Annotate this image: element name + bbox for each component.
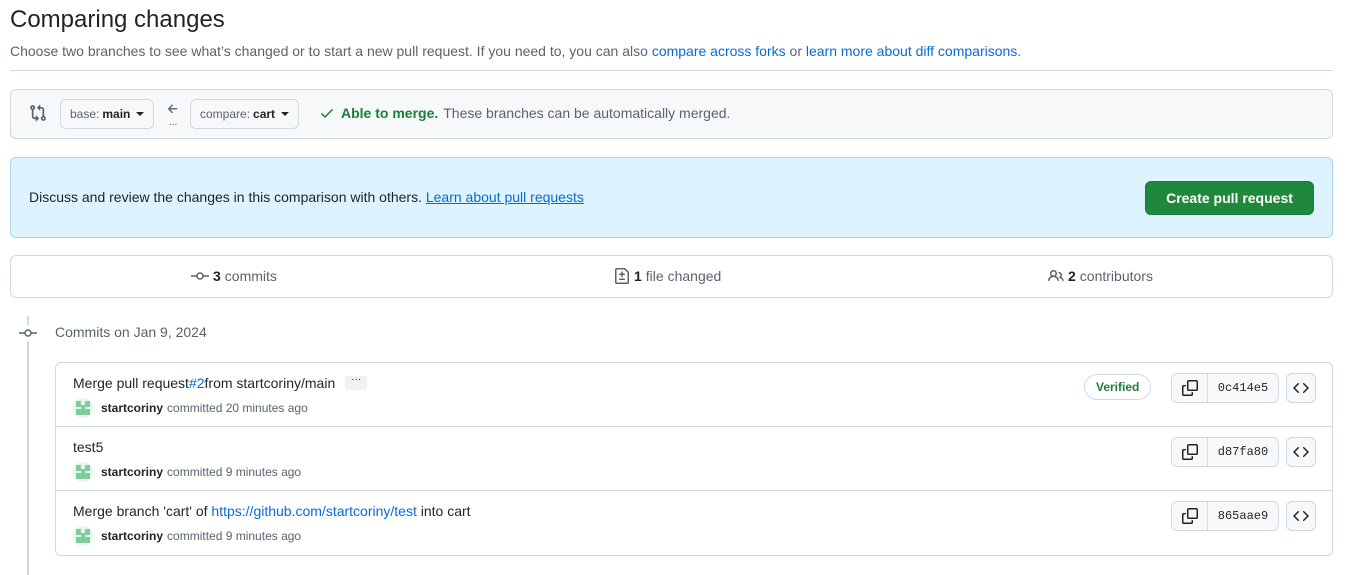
copy-icon — [1181, 508, 1198, 524]
arrow-left-icon — [167, 104, 178, 114]
files-summary[interactable]: 1 file changed — [614, 268, 721, 284]
learn-pull-requests-link[interactable]: Learn about pull requests — [426, 189, 584, 205]
subtitle-end: . — [1017, 43, 1022, 59]
commit-title-prefix: Merge pull request — [73, 375, 189, 391]
commit-author[interactable]: startcoriny — [101, 529, 163, 543]
people-icon — [1048, 269, 1064, 282]
commit-sha-link[interactable]: d87fa80 — [1208, 438, 1278, 466]
subtitle-text: Choose two branches to see what’s change… — [10, 43, 652, 59]
commit-list: Merge pull request #2 from startcoriny/m… — [55, 362, 1333, 556]
avatar[interactable] — [73, 526, 93, 546]
commit-sha-link[interactable]: 865aae9 — [1208, 502, 1278, 530]
git-commit-icon — [191, 272, 209, 280]
merge-ok-text: Able to merge. — [341, 105, 439, 121]
range-ellipsis: ... — [169, 117, 178, 128]
commit-sha-group: 0c414e5 — [1171, 373, 1279, 403]
code-icon — [1293, 382, 1309, 394]
browse-repo-button[interactable] — [1286, 501, 1316, 531]
files-label: file changed — [645, 268, 722, 284]
file-diff-icon — [615, 268, 629, 284]
compare-summary: 3 commits 1 file changed 2 contributors — [10, 255, 1333, 298]
compare-page: Comparing changes Choose two branches to… — [0, 0, 1363, 575]
merge-status: Able to merge. These branches can be aut… — [319, 105, 730, 121]
commit-meta: startcoriny committed 20 minutes ago — [73, 398, 308, 418]
commit-row: test5 startcoriny committed 9 minutes ago — [56, 427, 1332, 491]
commit-meta: startcoriny committed 9 minutes ago — [73, 526, 301, 546]
commit-title[interactable]: Merge pull request #2 from startcoriny/m… — [73, 375, 368, 391]
commit-title[interactable]: test5 — [73, 439, 103, 455]
range-editor: base: main ... compare: cart Able to merge… — [10, 89, 1333, 139]
pull-request-link[interactable]: #2 — [189, 375, 205, 391]
commit-title-prefix: test5 — [73, 439, 104, 455]
commit-meta: startcoriny committed 9 minutes ago — [73, 462, 301, 482]
verified-badge[interactable]: Verified — [1084, 374, 1152, 400]
copy-sha-button[interactable] — [1172, 502, 1208, 530]
flash-text: Discuss and review the changes in this c… — [29, 189, 426, 205]
contributors-summary[interactable]: 2 contributors — [1048, 268, 1153, 284]
commit-author[interactable]: startcoriny — [101, 401, 163, 415]
base-branch-select[interactable]: base: main — [60, 99, 155, 129]
merge-desc-text: These branches can be automatically merg… — [443, 105, 731, 121]
page-subtitle: Choose two branches to see what’s change… — [10, 41, 1333, 61]
commit-title-suffix: from startcoriny/main — [204, 375, 336, 391]
repository-url-link[interactable]: https://github.com/startcoriny/test — [211, 503, 416, 519]
learn-diff-comparisons-link[interactable]: learn more about diff comparisons — [806, 43, 1017, 59]
code-icon — [1293, 446, 1309, 458]
commits-count: 3 — [213, 268, 221, 284]
commit-title[interactable]: Merge branch 'cart' of https://github.co… — [73, 503, 471, 519]
git-commit-icon — [18, 325, 38, 341]
page-title: Comparing changes — [10, 6, 225, 33]
commit-sha-group: d87fa80 — [1171, 437, 1279, 467]
commit-author[interactable]: startcoriny — [101, 465, 163, 479]
files-count: 1 — [634, 268, 642, 284]
commit-row: Merge branch 'cart' of https://github.co… — [56, 491, 1332, 555]
browse-repo-button[interactable] — [1286, 437, 1316, 467]
commits-label: commits — [224, 268, 277, 284]
commit-title-prefix: Merge branch 'cart' of — [73, 503, 208, 519]
contributors-label: contributors — [1079, 268, 1153, 284]
commits-date-heading: Commits on Jan 9, 2024 — [55, 324, 207, 340]
code-icon — [1293, 510, 1309, 522]
page-header: Comparing changes Choose two branches to… — [10, 4, 1333, 61]
copy-icon — [1181, 444, 1198, 460]
browse-repo-button[interactable] — [1286, 373, 1316, 403]
avatar[interactable] — [73, 462, 93, 482]
compare-branch-name: cart — [253, 107, 276, 121]
base-label: base: — [70, 107, 100, 121]
contributors-count: 2 — [1068, 268, 1076, 284]
flash-message: Discuss and review the changes in this c… — [29, 189, 584, 205]
commit-sha-link[interactable]: 0c414e5 — [1208, 374, 1278, 402]
caret-down-icon — [136, 112, 145, 116]
git-compare-icon — [30, 104, 46, 122]
base-branch-name: main — [102, 107, 131, 121]
caret-down-icon — [281, 112, 290, 116]
commit-title-suffix: into cart — [420, 503, 471, 519]
copy-sha-button[interactable] — [1172, 374, 1208, 402]
commit-message-expander[interactable]: ··· — [345, 375, 368, 390]
commit-time: committed 20 minutes ago — [167, 401, 308, 415]
copy-sha-button[interactable] — [1172, 438, 1208, 466]
avatar[interactable] — [73, 398, 93, 418]
subtitle-or: or — [785, 43, 806, 59]
commit-sha-group: 865aae9 — [1171, 501, 1279, 531]
pull-request-flash: Discuss and review the changes in this c… — [10, 157, 1333, 238]
commit-time: committed 9 minutes ago — [167, 529, 302, 543]
compare-label: compare: — [200, 107, 251, 121]
create-pull-request-button[interactable]: Create pull request — [1145, 181, 1314, 215]
check-icon — [321, 109, 333, 118]
header-divider — [10, 70, 1333, 71]
compare-across-forks-link[interactable]: compare across forks — [652, 43, 786, 59]
compare-branch-select[interactable]: compare: cart — [190, 99, 300, 129]
commits-summary[interactable]: 3 commits — [191, 268, 277, 284]
copy-icon — [1181, 380, 1198, 396]
commit-time: committed 9 minutes ago — [167, 465, 302, 479]
timeline-line — [27, 316, 29, 575]
commit-row: Merge pull request #2 from startcoriny/m… — [56, 363, 1332, 427]
